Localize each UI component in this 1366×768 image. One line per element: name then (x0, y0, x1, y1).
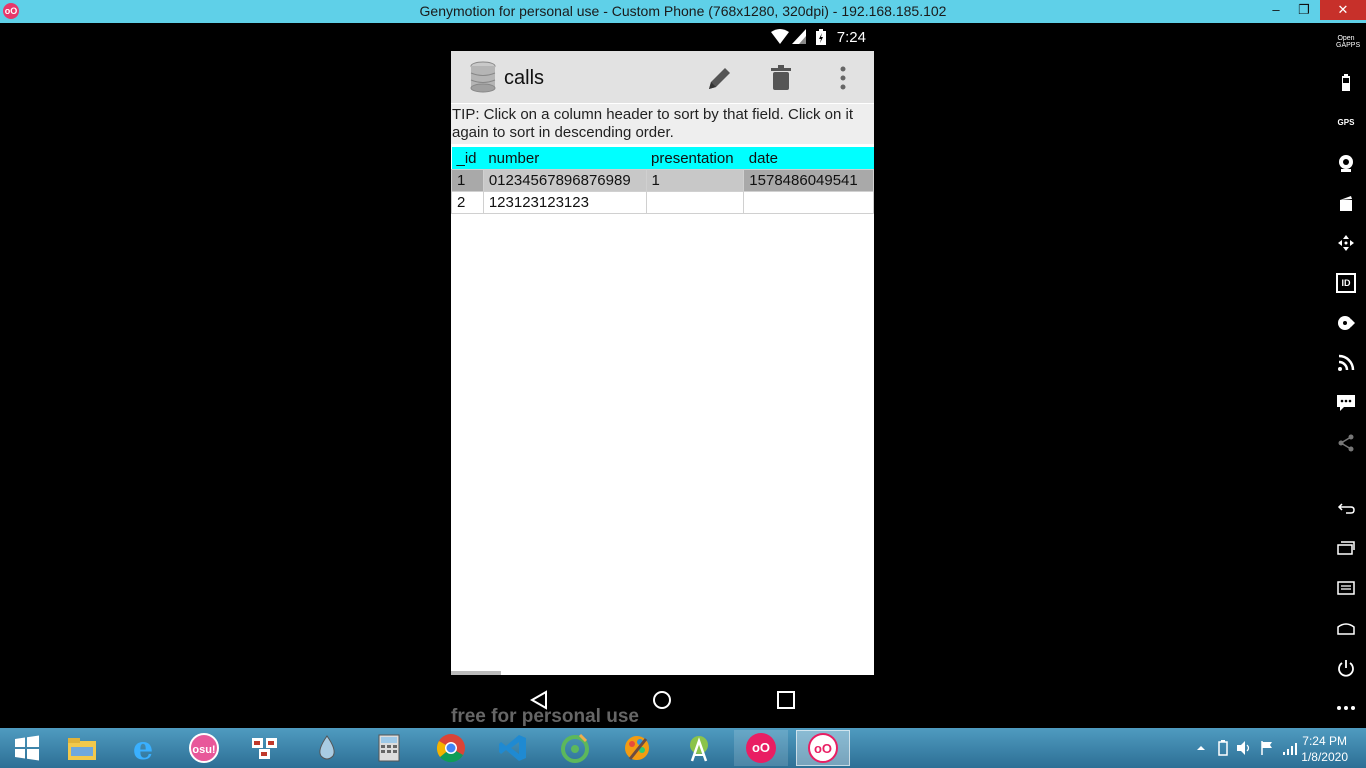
dpad-icon[interactable] (1336, 233, 1356, 253)
power-icon[interactable] (1336, 658, 1356, 678)
cell-signal-icon (792, 29, 806, 44)
open-gapps-icon[interactable]: Open GAPPS (1336, 35, 1360, 55)
menu-icon[interactable] (1336, 578, 1356, 598)
device-id-icon[interactable]: ID (1336, 273, 1356, 293)
calculator-icon (378, 734, 400, 762)
android-studio-icon (690, 736, 708, 762)
network-signal-icon[interactable] (1282, 740, 1298, 756)
phone-status-bar: 7:24 (451, 23, 874, 51)
app-screen: calls TIP: Click on a column header to s… (451, 51, 874, 675)
clock-time: 7:24 PM (1302, 734, 1347, 748)
windows-logo-icon (15, 735, 39, 761)
action-center-flag-icon[interactable] (1260, 740, 1274, 756)
app-title: calls (504, 67, 545, 89)
table-cell[interactable] (743, 191, 874, 214)
camera-icon[interactable] (1336, 153, 1356, 173)
back-icon[interactable] (1336, 498, 1356, 518)
column-header-presentation[interactable]: presentation (646, 147, 744, 170)
column-header-date[interactable]: date (743, 147, 874, 170)
clock-date: 1/8/2020 (1301, 750, 1348, 764)
show-hidden-icons-icon[interactable] (1196, 743, 1206, 753)
genymotion-sidebar: Open GAPPS GPS ID (1326, 23, 1366, 728)
table-cell[interactable]: 1 (451, 169, 484, 192)
data-table: _id number presentation date 1 012345678… (451, 147, 874, 214)
genymotion-icon: oO (746, 733, 776, 763)
watermark-text: free for personal use (451, 706, 639, 727)
action-bar: calls (451, 51, 874, 103)
status-time: 7:24 (836, 29, 866, 46)
taskbar-unikey[interactable] (238, 730, 292, 766)
folder-icon (68, 738, 96, 760)
taskbar-genymotion[interactable]: oO (734, 730, 788, 766)
table-cell[interactable]: 2 (451, 191, 484, 214)
wifi-icon (771, 29, 789, 44)
edit-icon[interactable] (705, 63, 735, 93)
coccoc-icon (561, 733, 589, 763)
start-button[interactable] (0, 730, 54, 766)
taskbar-clock[interactable]: 7:24 PM 1/8/2020 (1301, 733, 1348, 765)
taskbar-vscode[interactable] (486, 730, 540, 766)
chrome-icon (436, 734, 465, 763)
restore-button[interactable]: ❐ (1290, 0, 1318, 20)
minimize-button[interactable]: – (1262, 0, 1290, 20)
taskbar-internet-explorer[interactable]: e (116, 729, 170, 767)
table-cell[interactable]: 01234567896876989 (482, 169, 647, 192)
more-icon[interactable] (1336, 698, 1356, 718)
trash-icon[interactable] (766, 63, 796, 93)
vscode-icon (499, 735, 526, 761)
column-header-number[interactable]: number (483, 147, 647, 170)
taskbar-file-explorer[interactable] (55, 730, 109, 766)
table-row[interactable]: 2 123123123123 (451, 191, 874, 214)
table-cell[interactable]: 1578486049541 (743, 169, 874, 192)
windows-taskbar: e osu! oO oO 7:24 PM 1/8/2020 (0, 728, 1366, 768)
battery-icon[interactable] (1336, 73, 1356, 93)
taskbar-calculator[interactable] (362, 730, 416, 766)
nav-home-icon[interactable] (652, 690, 672, 710)
osu-icon: osu! (189, 733, 219, 763)
database-icon (470, 61, 496, 93)
network-icon[interactable] (1336, 353, 1356, 373)
overflow-menu-icon[interactable] (828, 63, 858, 93)
table-row[interactable]: 1 01234567896876989 1 1578486049541 (451, 169, 874, 192)
nav-recents-icon[interactable] (776, 690, 796, 710)
taskbar-coccoc[interactable] (548, 730, 602, 766)
power-status-icon[interactable] (1216, 740, 1230, 756)
close-button[interactable]: ✕ (1320, 0, 1366, 20)
table-cell[interactable]: 123123123123 (482, 191, 647, 214)
taskbar-osu[interactable]: osu! (177, 730, 231, 766)
volume-icon[interactable] (1236, 740, 1252, 756)
tip-text: TIP: Click on a column header to sort by… (451, 104, 874, 144)
window-titlebar: oO Genymotion for personal use - Custom … (0, 0, 1366, 23)
genymotion-player-icon: oO (808, 733, 838, 763)
taskbar-paint[interactable] (610, 730, 664, 766)
taskbar-android-studio[interactable] (672, 730, 726, 766)
column-header-id[interactable]: _id (451, 147, 484, 170)
system-tray: 7:24 PM 1/8/2020 (1166, 728, 1366, 768)
unikey-icon (252, 738, 277, 759)
table-cell[interactable]: 1 (645, 169, 745, 192)
home-icon[interactable] (1336, 618, 1356, 638)
capture-icon[interactable] (1336, 193, 1356, 213)
paint-icon (625, 736, 649, 760)
taskbar-drop-app[interactable] (300, 730, 354, 766)
share-icon[interactable] (1336, 433, 1356, 453)
table-cell[interactable] (645, 191, 745, 214)
gps-icon[interactable]: GPS (1336, 113, 1356, 133)
sms-icon[interactable] (1336, 393, 1356, 413)
taskbar-chrome[interactable] (424, 730, 478, 766)
recent-apps-icon[interactable] (1336, 538, 1356, 558)
media-icon[interactable] (1336, 313, 1356, 333)
internet-explorer-icon: e (132, 729, 154, 767)
taskbar-genymotion-player[interactable]: oO (796, 730, 850, 766)
window-title: Genymotion for personal use - Custom Pho… (419, 3, 947, 19)
table-header-row: _id number presentation date (451, 147, 874, 170)
water-drop-icon (319, 735, 335, 760)
battery-charging-icon (816, 29, 826, 45)
